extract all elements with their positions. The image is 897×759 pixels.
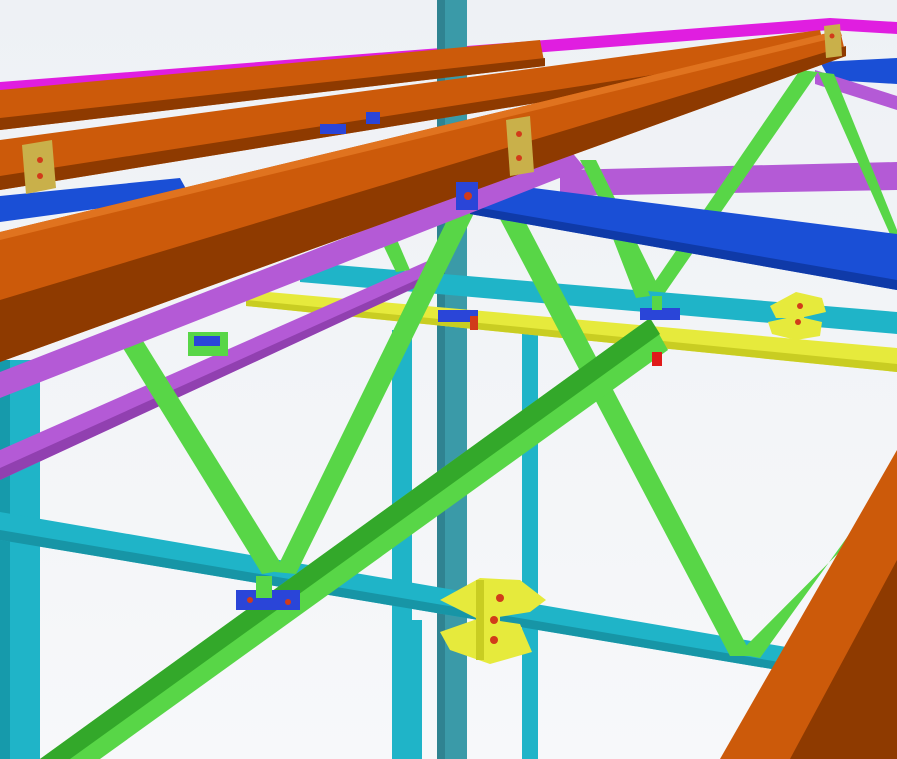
red-marker — [652, 352, 662, 366]
connection-plate-3 — [824, 24, 842, 58]
structure-model-view — [0, 0, 897, 759]
connection-plate-6 — [188, 332, 228, 356]
connection-plate-2 — [506, 116, 534, 176]
cyan-column-mid-3 — [410, 620, 422, 759]
structure-canvas — [0, 0, 897, 759]
connection-plate-1 — [22, 140, 56, 194]
connection-plate-7 — [456, 182, 478, 210]
cyan-column-mid-2 — [522, 330, 538, 759]
